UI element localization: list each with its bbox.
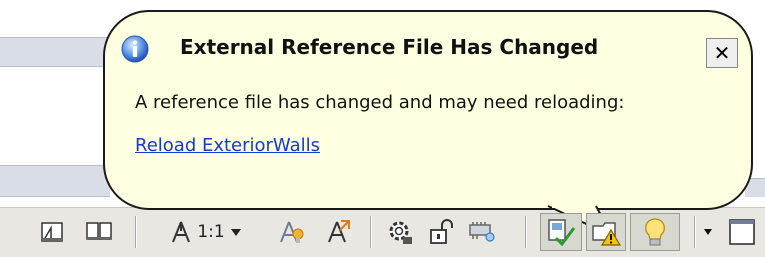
statusbar-separator xyxy=(370,216,372,248)
statusbar-menu-arrow xyxy=(704,229,712,235)
auto-scale-button[interactable] xyxy=(320,213,356,251)
workspace-switching-button[interactable] xyxy=(382,213,418,251)
toolbar-lock-button[interactable] xyxy=(424,213,458,251)
background-window-strip xyxy=(0,165,110,197)
layout-tabs-icon xyxy=(86,222,112,240)
model-space-button[interactable] xyxy=(36,213,68,251)
close-button[interactable]: ✕ xyxy=(706,38,738,68)
background-window-strip xyxy=(0,37,110,67)
reload-xref-link[interactable]: Reload ExteriorWalls xyxy=(135,135,320,156)
notification-title: External Reference File Has Changed xyxy=(180,35,599,59)
annotation-visibility-button[interactable] xyxy=(274,213,310,251)
notification-message: A reference file has changed and may nee… xyxy=(135,92,625,113)
hardware-acceleration-button[interactable] xyxy=(464,213,500,251)
xref-status-button[interactable] xyxy=(540,213,582,251)
workspace-switching-icon xyxy=(389,221,412,244)
clean-screen-button[interactable] xyxy=(724,213,760,251)
clean-screen-icon xyxy=(729,219,755,245)
model-space-icon xyxy=(41,222,63,242)
xref-changed-warning-button[interactable] xyxy=(586,213,626,251)
annotation-visibility-icon xyxy=(280,221,304,243)
annotation-scale-value: 1:1 xyxy=(197,222,225,242)
close-icon: ✕ xyxy=(713,41,731,65)
statusbar-separator xyxy=(525,216,527,248)
isolate-objects-icon xyxy=(645,218,665,246)
statusbar-menu-button[interactable] xyxy=(700,213,716,251)
isolate-objects-button[interactable] xyxy=(630,213,680,251)
auto-scale-icon xyxy=(328,220,350,243)
xref-status-icon xyxy=(548,219,576,247)
layout-tabs-button[interactable] xyxy=(82,213,116,251)
statusbar-separator xyxy=(135,216,137,248)
xref-changed-warning-icon xyxy=(592,222,622,246)
chevron-down-icon xyxy=(230,229,241,236)
annotation-scale-icon xyxy=(172,221,191,243)
info-icon xyxy=(121,35,149,63)
annotation-scale-button[interactable]: 1:1 xyxy=(156,213,256,251)
hardware-acceleration-icon xyxy=(469,222,495,242)
toolbar-lock-icon xyxy=(430,219,453,244)
statusbar-separator xyxy=(694,216,696,248)
